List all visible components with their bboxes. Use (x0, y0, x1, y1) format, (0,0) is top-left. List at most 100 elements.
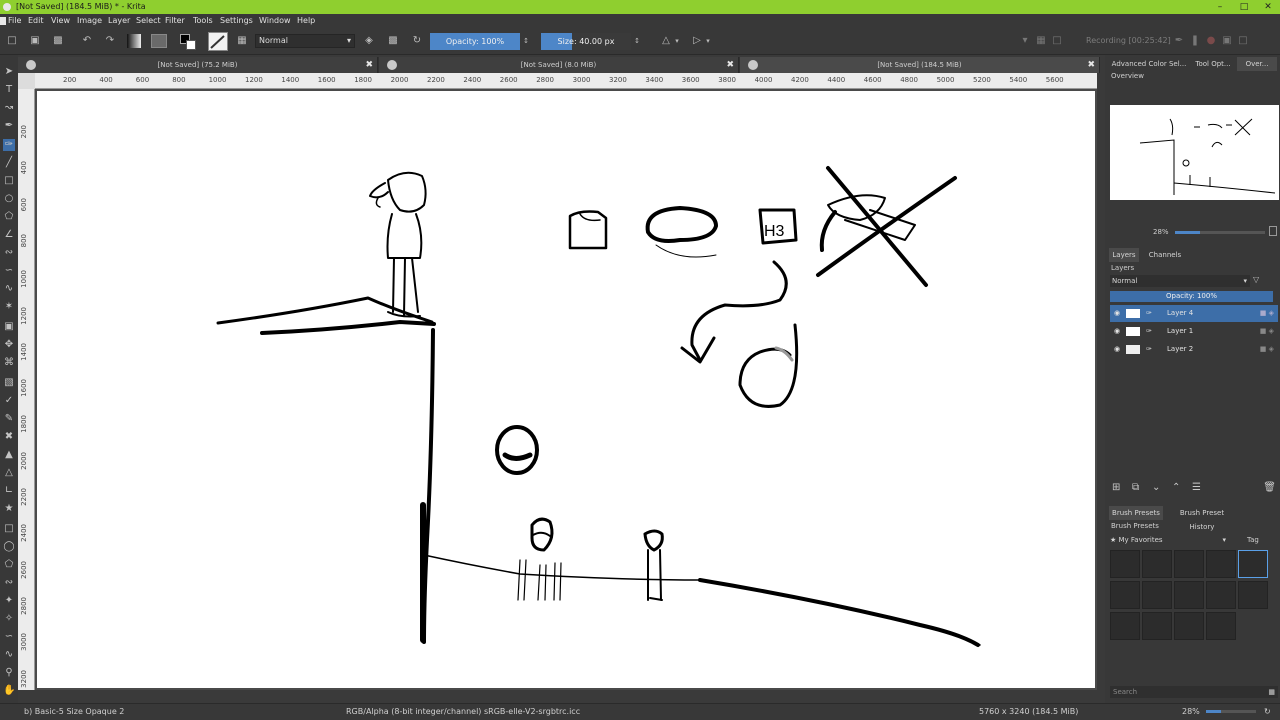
select-shapes-icon[interactable]: ➤ (3, 66, 15, 78)
brush-preset-10[interactable] (1238, 581, 1268, 609)
polygon-select-icon[interactable]: ⬠ (3, 559, 15, 571)
drawing-canvas[interactable]: H3 (37, 91, 1095, 688)
menu-layer[interactable]: Layer (108, 14, 130, 28)
preset-search-input[interactable]: Search ▦ (1110, 686, 1278, 698)
snapshot-icon[interactable]: □ (1050, 34, 1064, 48)
close-window-icon[interactable]: ✕ (1260, 0, 1276, 14)
layer-name[interactable]: Layer 2 (1167, 341, 1193, 358)
menu-settings[interactable]: Settings (220, 14, 253, 28)
tab-advanced-color-selector[interactable]: Advanced Color Sel... (1109, 57, 1189, 71)
maximize-icon[interactable]: □ (1236, 0, 1252, 14)
document-tab-3[interactable]: [Not Saved] (184.5 MiB) ✖ (740, 57, 1100, 73)
menu-window[interactable]: Window (259, 14, 291, 28)
zoom-slider[interactable] (1206, 710, 1256, 713)
chevron-down-icon[interactable]: ▾ (704, 34, 712, 48)
size-slider[interactable]: Size: 40.00 px (541, 33, 631, 50)
opacity-slider[interactable]: Opacity: 100% (430, 33, 520, 50)
zoom-tool-icon[interactable]: ⚲ (3, 667, 15, 679)
menu-filter[interactable]: Filter (165, 14, 185, 28)
freehand-select-icon[interactable]: ∾ (3, 577, 15, 589)
camera-icon[interactable]: ▣ (1220, 34, 1234, 48)
document-tab-1[interactable]: [Not Saved] (75.2 MiB) ✖ (18, 57, 378, 73)
layer-row-4[interactable]: ◉ ✑ Layer 4 ■ ◈ (1110, 305, 1278, 322)
pen-icon[interactable]: ✒ (1172, 34, 1186, 48)
brush-preset-4[interactable] (1206, 550, 1236, 578)
similar-select-icon[interactable]: ✧ (3, 613, 15, 625)
color-picker-icon[interactable]: ✓ (3, 395, 15, 407)
visibility-eye-icon[interactable]: ◉ (1114, 341, 1120, 358)
brush-preset-6[interactable] (1110, 581, 1140, 609)
close-tab-icon[interactable]: ✖ (726, 57, 734, 73)
brush-preset-2[interactable] (1142, 550, 1172, 578)
bezier-select-icon[interactable]: ∽ (3, 631, 15, 643)
line-tool-icon[interactable]: ╱ (3, 157, 15, 169)
size-spin-icon[interactable]: ↕ (633, 34, 641, 48)
background-color[interactable] (186, 40, 196, 50)
layer-name[interactable]: Layer 1 (1167, 323, 1193, 340)
measure-tool-icon[interactable]: ∟ (3, 485, 15, 497)
settings-icon[interactable]: ▦ (1268, 686, 1275, 698)
overview-zoom-slider[interactable] (1175, 231, 1265, 234)
layer-row-1[interactable]: ◉ ✑ Layer 1 ■ ◈ (1110, 323, 1278, 340)
delete-layer-icon[interactable]: 🗑 (1263, 482, 1276, 493)
bezier-tool-icon[interactable]: ∾ (3, 247, 15, 259)
tag-label[interactable]: Tag (1247, 536, 1259, 544)
pan-tool-icon[interactable]: ✋ (3, 685, 15, 697)
rect-select-icon[interactable]: □ (3, 523, 15, 535)
layer-row-2[interactable]: ◉ ✑ Layer 2 ■ ◈ (1110, 341, 1278, 358)
menu-help[interactable]: Help (297, 14, 315, 28)
redo-icon[interactable]: ↷ (103, 34, 117, 48)
text-tool-icon[interactable]: T (3, 84, 15, 96)
eraser-mode-icon[interactable]: ◈ (362, 34, 376, 48)
brush-preset-9[interactable] (1206, 581, 1236, 609)
calligraphy-icon[interactable]: ✒ (3, 120, 15, 132)
freehand-path-icon[interactable]: ∽ (3, 265, 15, 277)
move-up-icon[interactable]: ⌃ (1172, 482, 1180, 493)
reference-tool-icon[interactable]: ★ (3, 503, 15, 515)
color-space[interactable]: RGB/Alpha (8-bit integer/channel) sRGB-e… (346, 704, 580, 719)
gradient-tool-icon[interactable]: ▧ (3, 377, 15, 389)
rotate-icon[interactable]: ↻ (1264, 704, 1271, 719)
workspace-icon[interactable]: ▾ (1018, 34, 1032, 48)
menu-edit[interactable]: Edit (28, 14, 44, 28)
polyline-tool-icon[interactable]: ∠ (3, 229, 15, 241)
open-document-icon[interactable]: ▣ (28, 34, 42, 48)
minimize-icon[interactable]: – (1212, 0, 1228, 14)
mirror-vertical-icon[interactable]: ▷ (690, 34, 704, 48)
brush-editor-icon[interactable]: ▦ (235, 34, 249, 48)
document-tab-2[interactable]: [Not Saved] (8.0 MiB) ✖ (379, 57, 739, 73)
zoom-level[interactable]: 28% (1182, 704, 1200, 719)
smart-patch-icon[interactable]: ✖ (3, 431, 15, 443)
filter-icon[interactable]: ▽ (1253, 275, 1259, 284)
brush-preset-14[interactable] (1206, 612, 1236, 640)
menu-file[interactable]: File (8, 14, 21, 28)
brush-preset-8[interactable] (1174, 581, 1204, 609)
save-icon[interactable]: ▩ (51, 34, 65, 48)
close-tab-icon[interactable]: ✖ (365, 57, 373, 73)
lock-icon[interactable]: ■ ◈ (1260, 305, 1274, 322)
visibility-eye-icon[interactable]: ◉ (1114, 305, 1120, 322)
menu-image[interactable]: Image (77, 14, 102, 28)
tab-brush-presets[interactable]: Brush Presets (1109, 506, 1163, 520)
layer-opacity-slider[interactable]: Opacity: 100% (1110, 291, 1273, 302)
menu-view[interactable]: View (51, 14, 70, 28)
record-icon[interactable]: ● (1204, 34, 1218, 48)
layer-blend-select[interactable]: Normal ▾ (1110, 275, 1250, 287)
overview-thumbnail[interactable] (1110, 105, 1279, 200)
transform-tool-icon[interactable]: ▣ (3, 321, 15, 333)
ellipse-tool-icon[interactable]: ○ (3, 193, 15, 205)
fit-view-icon[interactable] (1269, 226, 1277, 236)
pattern-swatch[interactable] (151, 34, 167, 48)
opacity-spin-icon[interactable]: ↕ (522, 34, 530, 48)
layer-properties-icon[interactable]: ☰ (1192, 482, 1201, 493)
preserve-alpha-icon[interactable]: ▩ (386, 34, 400, 48)
layout-icon[interactable]: ▦ (1034, 34, 1048, 48)
polygon-tool-icon[interactable]: ⬠ (3, 211, 15, 223)
ellipse-select-icon[interactable]: ◯ (3, 541, 15, 553)
vertical-ruler[interactable]: 200 400 600 800 1000 1200 1400 1600 1800 2000 2200… (18, 89, 35, 690)
brush-preset-1[interactable] (1110, 550, 1140, 578)
chevron-down-icon[interactable]: ▾ (673, 34, 681, 48)
tab-channels[interactable]: Channels (1143, 248, 1187, 262)
tab-overview[interactable]: Over... (1237, 57, 1277, 71)
brush-group-select[interactable]: ★ My Favorites ▾ (1110, 534, 1228, 546)
